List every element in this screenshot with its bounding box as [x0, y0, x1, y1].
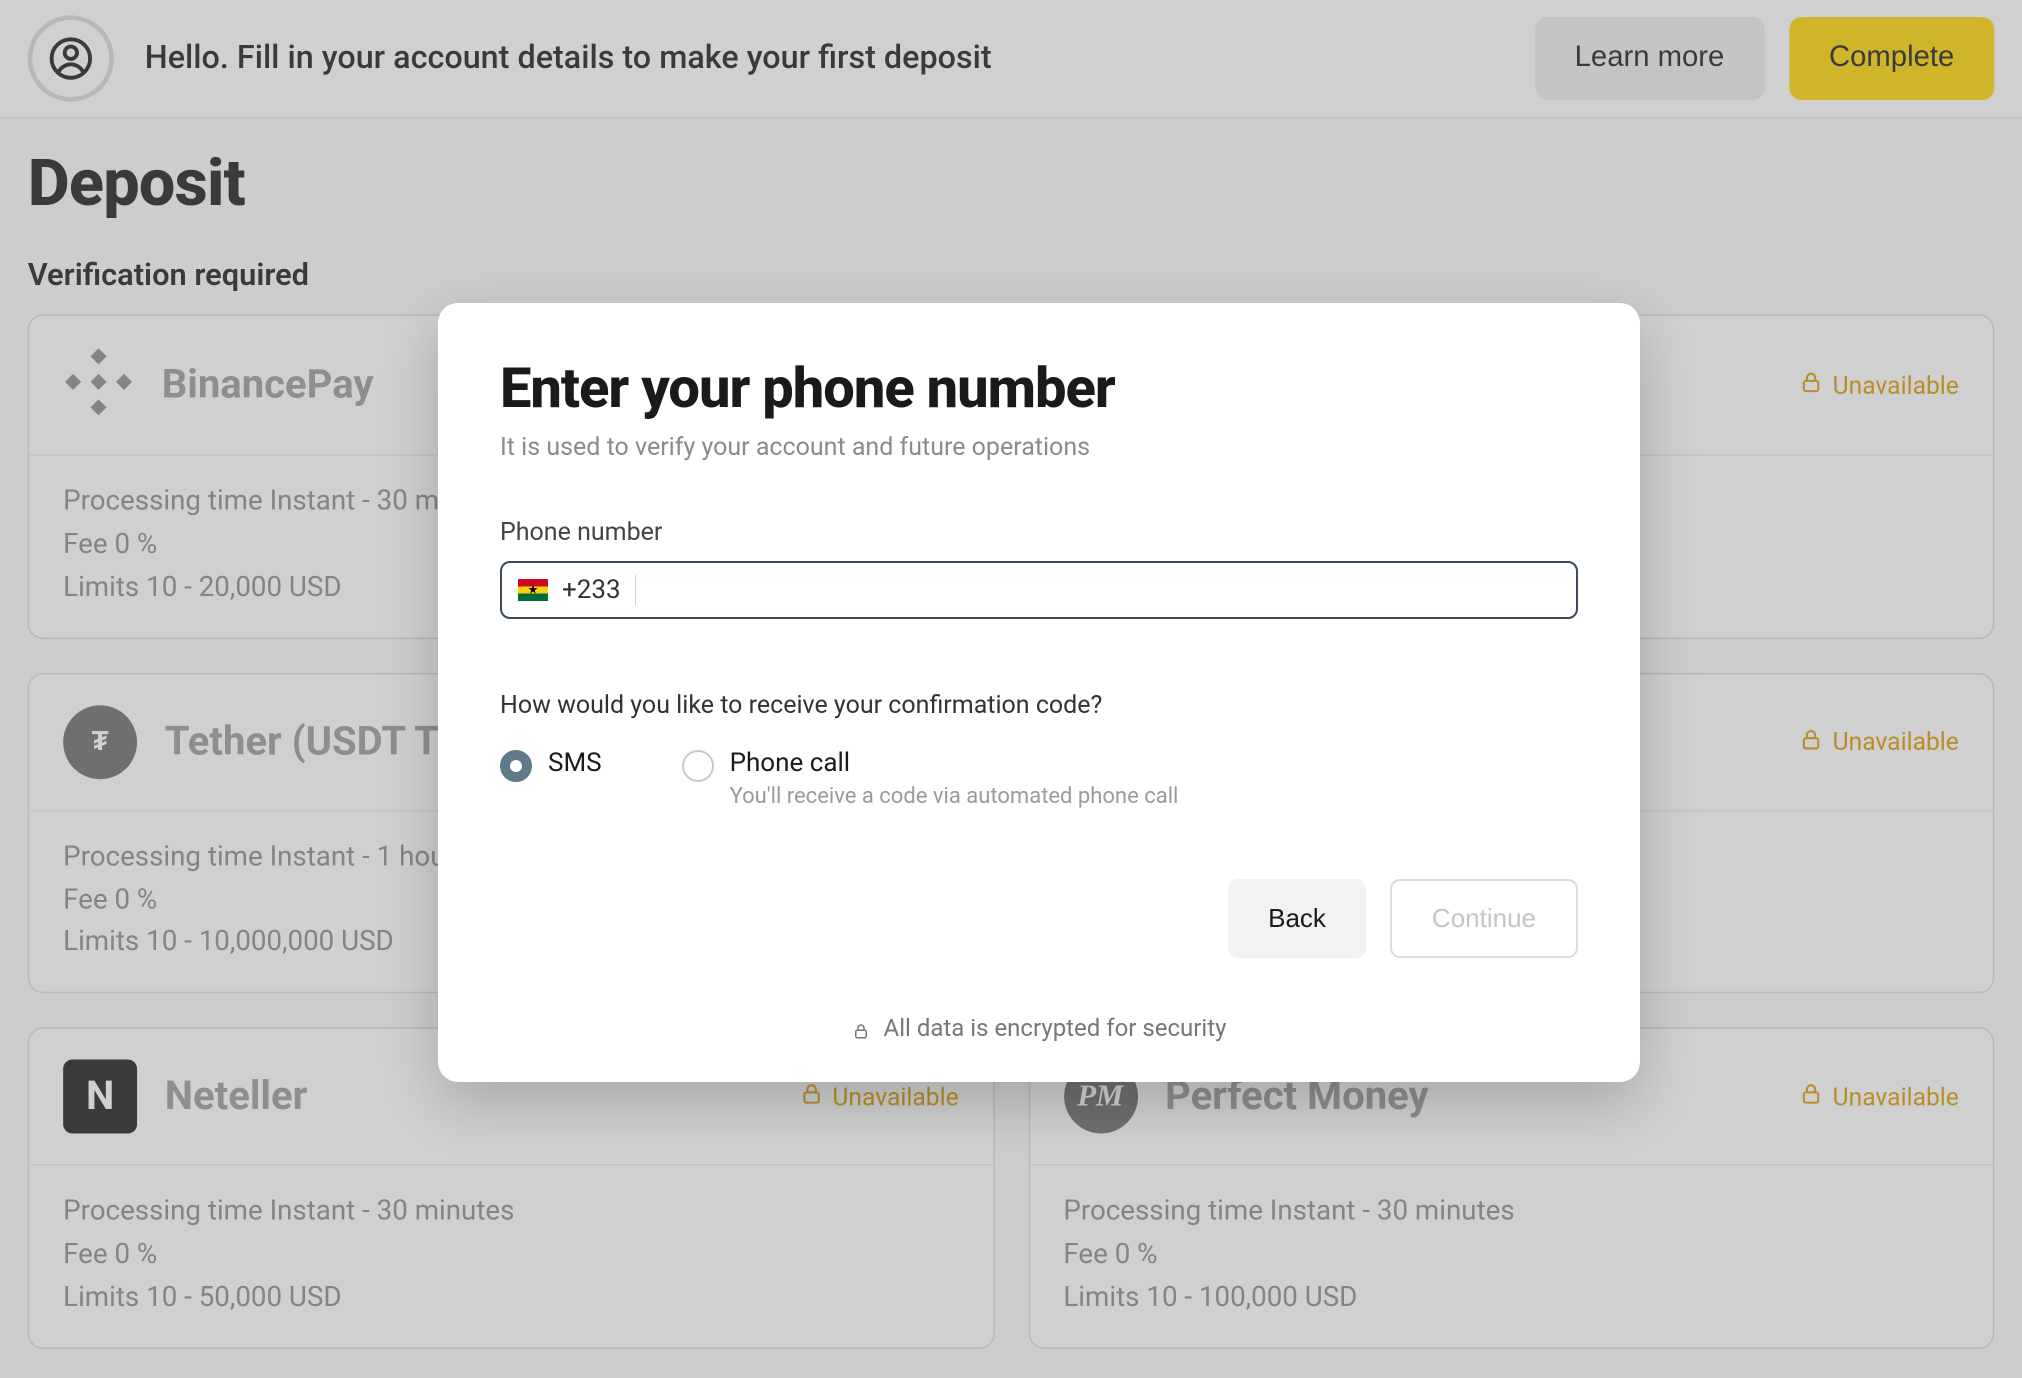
encryption-text: All data is encrypted for security — [884, 1014, 1227, 1042]
radio-phone-call[interactable]: Phone call You'll receive a code via aut… — [682, 748, 1179, 809]
radio-call-sub: You'll receive a code via automated phon… — [730, 784, 1179, 809]
lock-icon — [852, 1018, 870, 1038]
radio-sms-label: SMS — [548, 748, 602, 778]
radio-sms[interactable]: SMS — [500, 748, 602, 782]
phone-input-wrap[interactable]: +233 — [500, 561, 1578, 619]
modal-subtitle: It is used to verify your account and fu… — [500, 433, 1578, 462]
encryption-note: All data is encrypted for security — [500, 1014, 1578, 1042]
radio-call-label: Phone call — [730, 748, 1179, 778]
dial-code[interactable]: +233 — [562, 575, 621, 605]
continue-button[interactable]: Continue — [1390, 879, 1578, 958]
radio-dot-icon — [682, 750, 714, 782]
phone-modal: Enter your phone number It is used to ve… — [438, 303, 1640, 1082]
phone-number-input[interactable] — [635, 575, 1560, 605]
back-button[interactable]: Back — [1228, 879, 1366, 958]
modal-title: Enter your phone number — [500, 355, 1578, 421]
radio-dot-icon — [500, 750, 532, 782]
country-flag-icon[interactable] — [518, 579, 548, 601]
confirmation-question: How would you like to receive your confi… — [500, 691, 1578, 720]
phone-label: Phone number — [500, 518, 1578, 547]
